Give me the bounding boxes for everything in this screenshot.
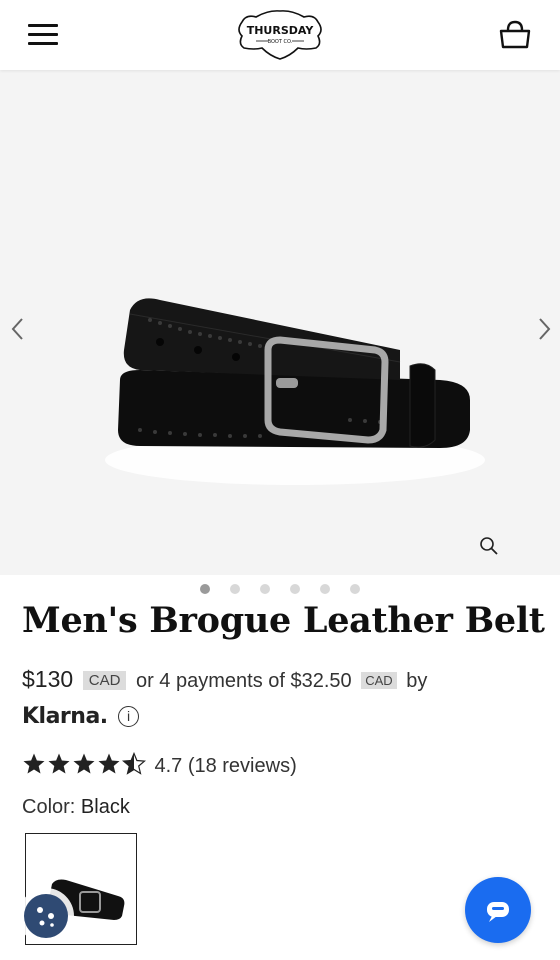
- chevron-left-icon[interactable]: [6, 315, 30, 343]
- carousel-dot[interactable]: [200, 584, 210, 594]
- star-rating: [22, 752, 146, 781]
- hamburger-menu-icon[interactable]: [28, 22, 60, 48]
- price-line: $130 CAD or 4 payments of $32.50 CAD by: [22, 666, 427, 696]
- shopping-bag-icon[interactable]: [498, 18, 532, 52]
- installment-prefix: or 4 payments of: [135, 670, 285, 692]
- color-selection-label: Color: Black: [22, 796, 130, 819]
- carousel-dot[interactable]: [260, 584, 270, 594]
- klarna-line: Klarna. i: [22, 704, 140, 732]
- color-value: Black: [80, 796, 130, 818]
- carousel-dot[interactable]: [290, 584, 300, 594]
- rating-text[interactable]: 4.7 (18 reviews): [154, 755, 296, 777]
- cookie-settings-button[interactable]: [18, 888, 74, 944]
- star-icon: [73, 753, 95, 774]
- site-header: THURSDAY BOOT CO.: [0, 0, 560, 70]
- logo-line1: THURSDAY: [247, 24, 315, 37]
- star-icon: [98, 753, 120, 774]
- star-icon: [48, 753, 70, 774]
- product-title: Men's Brogue Leather Belt: [22, 600, 545, 641]
- chevron-right-icon[interactable]: [532, 315, 556, 343]
- carousel-dot[interactable]: [320, 584, 330, 594]
- currency-badge: CAD: [82, 671, 127, 690]
- installment-currency-badge: CAD: [361, 672, 397, 689]
- star-icon: [23, 753, 45, 774]
- thursday-boot-co-logo[interactable]: THURSDAY BOOT CO.: [232, 8, 328, 62]
- magnifier-icon[interactable]: [478, 535, 500, 557]
- info-icon[interactable]: i: [118, 706, 140, 727]
- by-label: by: [406, 670, 428, 692]
- belt-product-image: [100, 270, 490, 530]
- klarna-logo: Klarna.: [22, 704, 108, 729]
- product-image-gallery[interactable]: [0, 70, 560, 575]
- installment-amount: $32.50: [290, 670, 352, 692]
- rating-summary[interactable]: 4.7 (18 reviews): [22, 752, 297, 780]
- logo-line2: BOOT CO.: [268, 39, 293, 45]
- carousel-dot[interactable]: [350, 584, 360, 594]
- chat-bubble-icon: [487, 902, 509, 922]
- chat-button[interactable]: [465, 877, 531, 943]
- carousel-dot[interactable]: [230, 584, 240, 594]
- carousel-pagination: [0, 584, 560, 596]
- color-label: Color:: [22, 796, 76, 818]
- cookie-icon: [24, 894, 68, 938]
- product-price: $130: [22, 666, 74, 692]
